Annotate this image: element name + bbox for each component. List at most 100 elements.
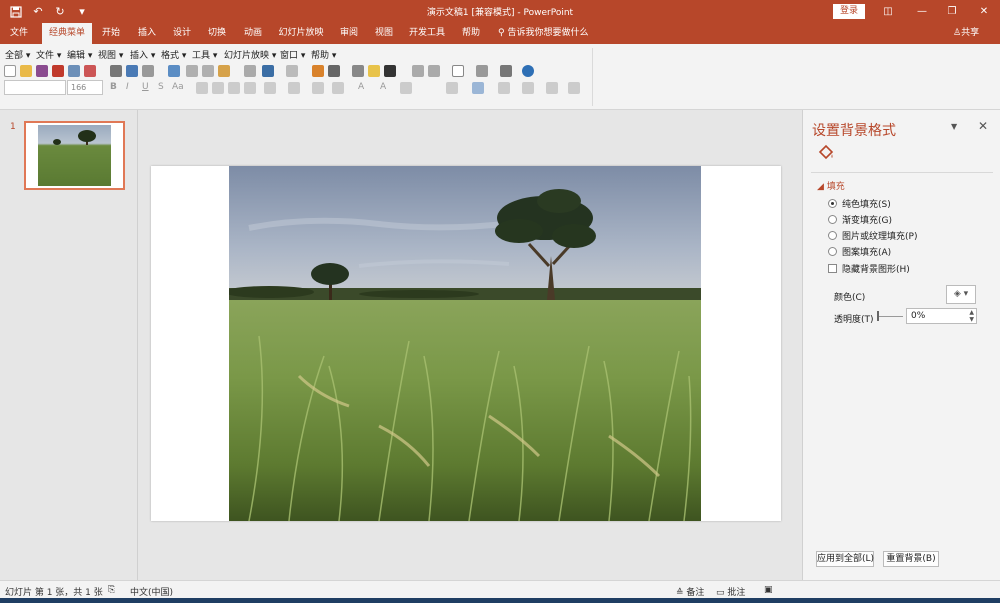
undo-icon[interactable]: ↶ <box>30 4 46 20</box>
hide-background-graphics-option[interactable]: 隐藏背景图形(H) <box>828 262 910 275</box>
undo-icon[interactable] <box>262 65 274 77</box>
paste-icon[interactable] <box>218 65 230 77</box>
slide-thumbnail[interactable] <box>24 121 125 190</box>
clear-icon[interactable] <box>244 65 256 77</box>
save-icon[interactable] <box>8 4 24 20</box>
copy-icon[interactable] <box>202 65 214 77</box>
pane-close-icon[interactable]: ✕ <box>978 119 988 133</box>
notes-button[interactable]: ≙ 备注 <box>676 585 704 598</box>
gradient-fill-radio[interactable] <box>828 215 837 224</box>
save-icon[interactable] <box>36 65 48 77</box>
shape-fill-icon[interactable] <box>472 82 484 94</box>
tab-file[interactable]: 文件 <box>4 23 34 44</box>
text-direction-icon[interactable] <box>264 82 276 94</box>
tab-slideshow[interactable]: 幻灯片放映 <box>276 23 326 44</box>
outline-icon[interactable] <box>400 82 412 94</box>
spell-check-icon[interactable]: ⎘ <box>108 585 115 595</box>
font-color-icon[interactable]: A <box>358 82 370 94</box>
hide-background-graphics-checkbox[interactable] <box>828 264 837 273</box>
solid-fill-radio[interactable] <box>828 199 837 208</box>
align-center-icon[interactable] <box>212 82 224 94</box>
menu-tools[interactable]: 工具 ▾ <box>192 48 217 61</box>
tab-review[interactable]: 审阅 <box>335 23 363 44</box>
share-button[interactable]: ♙共享 <box>953 23 979 44</box>
grid-icon[interactable] <box>428 65 440 77</box>
tab-home[interactable]: 开始 <box>97 23 125 44</box>
line-color-icon[interactable] <box>384 65 396 77</box>
pdf-icon[interactable] <box>52 65 64 77</box>
justify-icon[interactable] <box>244 82 256 94</box>
gradient-fill-option[interactable]: 渐变填充(G) <box>828 213 892 226</box>
strikethrough-icon[interactable]: S <box>158 82 170 94</box>
spelling-icon[interactable] <box>168 65 180 77</box>
menu-insert[interactable]: 插入 ▾ <box>130 48 155 61</box>
transparency-slider-thumb[interactable] <box>877 311 879 321</box>
arrange-icon[interactable] <box>446 82 458 94</box>
tab-transitions[interactable]: 切换 <box>203 23 231 44</box>
spinner-arrows-icon[interactable]: ▲ ▼ <box>969 309 974 323</box>
tab-insert[interactable]: 插入 <box>133 23 161 44</box>
pane-options-icon[interactable]: ▼ <box>951 122 957 131</box>
transparency-spinner[interactable]: 0% ▲ ▼ <box>906 308 977 324</box>
text-icon[interactable] <box>452 65 464 77</box>
pattern-fill-option[interactable]: 图案填充(A) <box>828 245 891 258</box>
menu-format[interactable]: 格式 ▾ <box>161 48 186 61</box>
bold-icon[interactable]: B <box>110 82 122 94</box>
grow-font-icon[interactable]: A <box>380 82 392 94</box>
minimize-icon[interactable]: — <box>913 3 931 20</box>
reset-background-button[interactable]: 重置背景(B) <box>883 551 939 567</box>
menu-all[interactable]: 全部 ▾ <box>5 48 30 61</box>
solid-fill-option[interactable]: 纯色填充(S) <box>828 197 891 210</box>
underline-icon[interactable]: U <box>142 82 154 94</box>
menu-help[interactable]: 帮助 ▾ <box>311 48 336 61</box>
slide[interactable] <box>151 166 781 521</box>
language-status[interactable]: 中文(中国) <box>130 585 173 598</box>
picture-fill-radio[interactable] <box>828 231 837 240</box>
format-painter-icon[interactable] <box>142 65 154 77</box>
transparency-slider[interactable] <box>878 316 903 317</box>
ribbon-display-options-icon[interactable]: ◫ <box>879 3 897 20</box>
font-name-combo[interactable] <box>4 80 66 95</box>
print-icon[interactable] <box>110 65 122 77</box>
normal-view-icon[interactable]: ▣ <box>764 585 773 595</box>
comments-button[interactable]: ▭ 批注 <box>716 585 745 598</box>
new-icon[interactable] <box>4 65 16 77</box>
picture-fill-option[interactable]: 图片或纹理填充(P) <box>828 229 917 242</box>
tab-help[interactable]: 帮助 <box>457 23 485 44</box>
numbering-icon[interactable] <box>332 82 344 94</box>
help-icon[interactable] <box>522 65 534 77</box>
shapes-icon[interactable] <box>352 65 364 77</box>
tab-animations[interactable]: 动画 <box>239 23 267 44</box>
pattern-fill-radio[interactable] <box>828 247 837 256</box>
open-icon[interactable] <box>20 65 32 77</box>
shape-effects-icon[interactable] <box>498 82 510 94</box>
menu-file[interactable]: 文件 ▾ <box>36 48 61 61</box>
apply-to-all-button[interactable]: 应用到全部(L) <box>816 551 874 567</box>
align-left-icon[interactable] <box>196 82 208 94</box>
login-button[interactable]: 登录 <box>833 4 865 19</box>
cut-icon[interactable] <box>186 65 198 77</box>
edit-shape-icon[interactable] <box>546 82 558 94</box>
picture-icon[interactable] <box>68 65 80 77</box>
redo-icon[interactable]: ↻ <box>52 4 68 20</box>
menu-edit[interactable]: 编辑 ▾ <box>67 48 92 61</box>
align-right-icon[interactable] <box>228 82 240 94</box>
color-picker-button[interactable]: ◈ ▾ <box>946 285 976 304</box>
font-size-combo[interactable]: 166 <box>67 80 103 95</box>
columns-icon[interactable] <box>288 82 300 94</box>
table-icon[interactable] <box>328 65 340 77</box>
preview-icon[interactable] <box>126 65 138 77</box>
shape-outline-icon[interactable] <box>522 82 534 94</box>
zoom-icon[interactable] <box>500 65 512 77</box>
textbox-icon[interactable] <box>368 65 380 77</box>
menu-window[interactable]: 窗口 ▾ <box>280 48 305 61</box>
close-icon[interactable]: ✕ <box>975 3 993 20</box>
menu-slideshow[interactable]: 幻灯片放映 ▾ <box>224 48 276 61</box>
fill-bucket-icon[interactable] <box>817 144 835 162</box>
layout-icon[interactable] <box>412 65 424 77</box>
tell-me-search[interactable]: ⚲ 告诉我你想要做什么 <box>498 23 588 44</box>
record-icon[interactable] <box>84 65 96 77</box>
tab-view[interactable]: 视图 <box>370 23 398 44</box>
redo-icon[interactable] <box>286 65 298 77</box>
fill-section-header[interactable]: ◢ 填充 <box>817 179 845 192</box>
